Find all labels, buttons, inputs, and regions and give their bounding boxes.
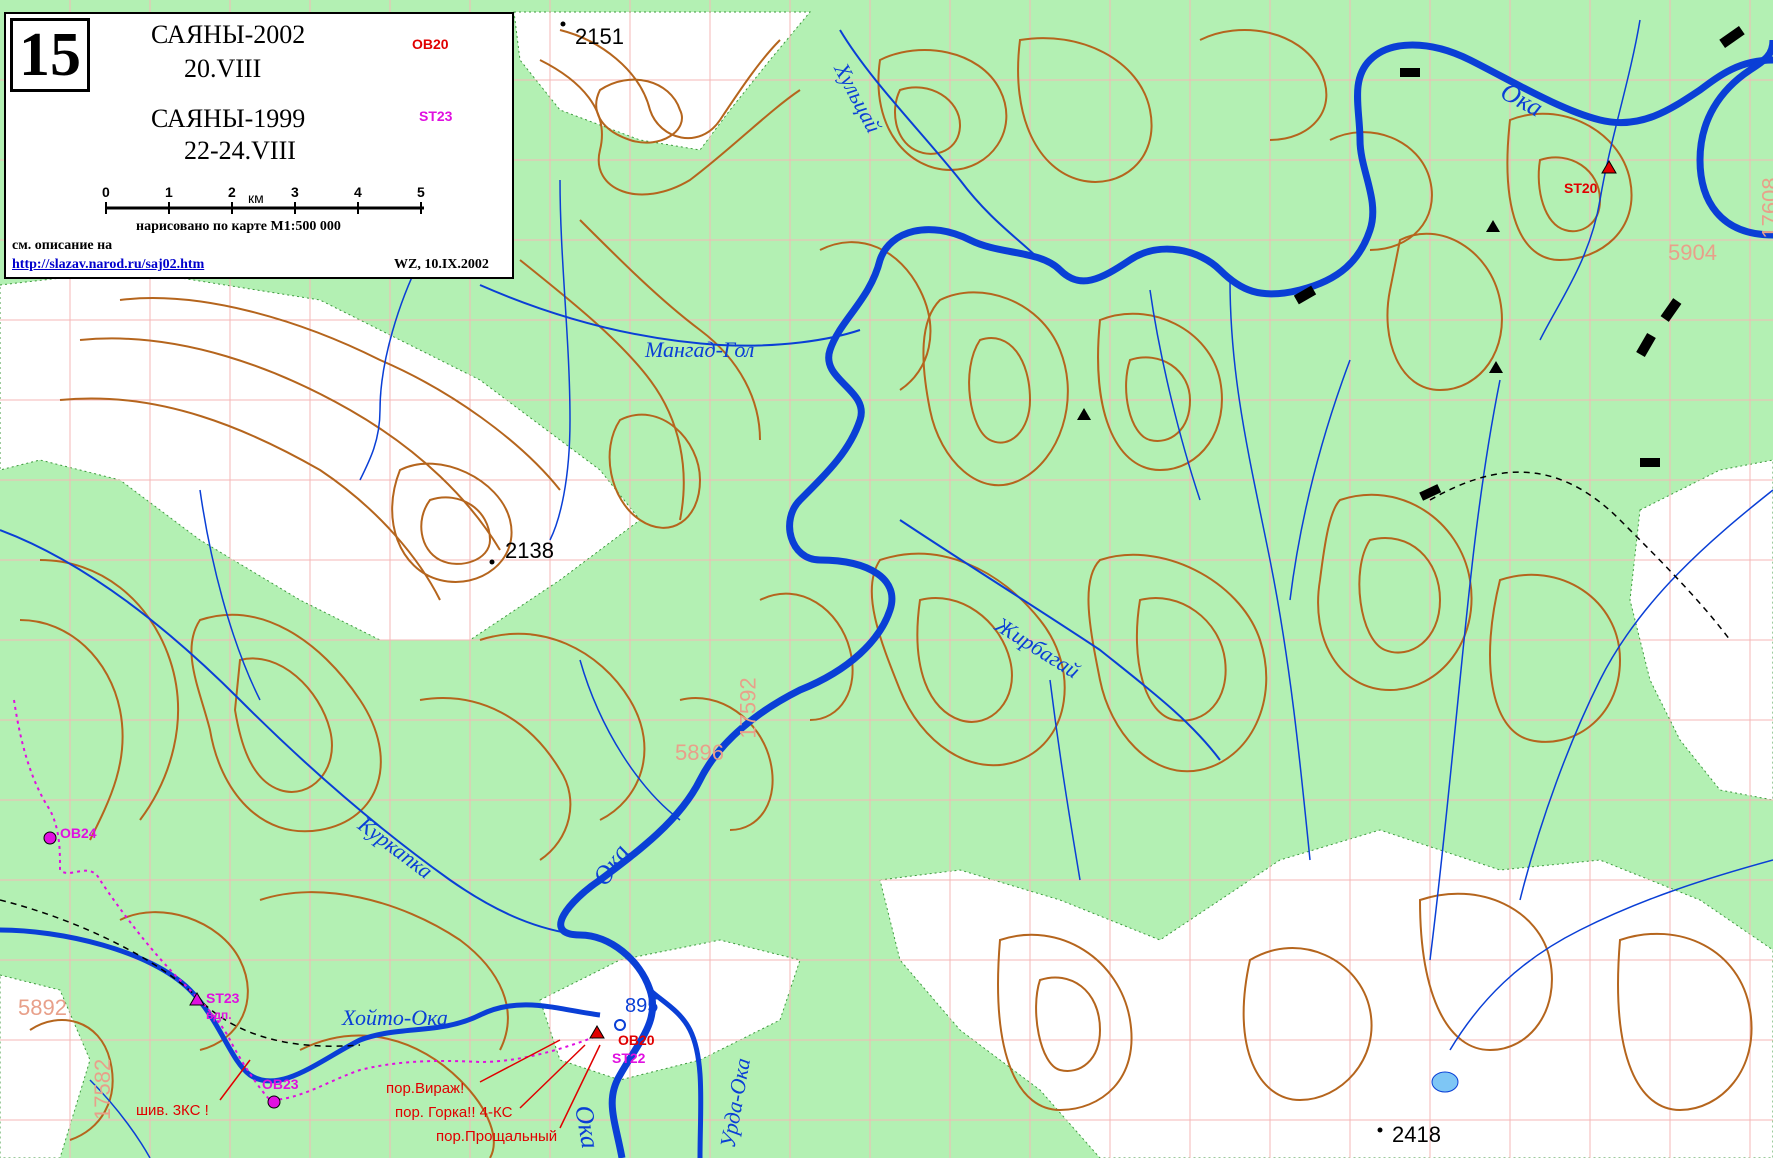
camp-label-st23: ST23 (206, 990, 240, 1006)
grid-label-5904: 5904 (1668, 240, 1717, 265)
trip-2002-title: САЯНЫ-2002 (151, 20, 306, 49)
camp-label-ob24: OB24 (60, 825, 97, 841)
grid-label-17592: 17592 (735, 677, 761, 739)
rapid-label-proshal: пор.Прощальный (436, 1128, 558, 1145)
source-map-note: нарисовано по карте М1:500 000 (136, 219, 341, 234)
scale-tick-2: 2 (228, 184, 236, 200)
grid-label-5892: 5892 (18, 995, 67, 1020)
camp-label-st22: ST22 (612, 1050, 646, 1066)
grid-label-17582: 17582 (90, 1058, 115, 1120)
camp-note-st23: вдп. (206, 1008, 232, 1022)
description-link[interactable]: http://slazav.narod.ru/saj02.htm (12, 257, 204, 273)
elevation-2418: 2418 (1392, 1122, 1441, 1147)
author-signature: WZ, 10.IX.2002 (394, 257, 489, 272)
elevation-2138: 2138 (505, 538, 554, 563)
scale-tick-5: 5 (417, 184, 425, 200)
trip-1999-marker-label: ST23 (419, 108, 453, 124)
river-label-hoito-oka: Хойто-Ока (342, 1005, 448, 1030)
scale-tick-3: 3 (291, 184, 299, 200)
river-label-mangad-gol: Мангад-Гол (645, 337, 755, 362)
legend-box: 15 САЯНЫ-2002 20.VIII OB20 САЯНЫ-1999 22… (4, 12, 514, 279)
scale-tick-0: 0 (102, 184, 110, 200)
trip-1999-date: 22-24.VIII (184, 136, 296, 165)
rapid-label-shiv: шив. 3КС ! (136, 1102, 209, 1119)
see-also-note: см. описание на (12, 238, 113, 253)
scale-tick-1: 1 (165, 184, 173, 200)
scale-unit: км (248, 190, 264, 206)
sheet-number: 15 (10, 18, 90, 92)
scale-bar (105, 202, 424, 214)
trip-2002-marker-label: OB20 (412, 36, 449, 52)
grid-label-17608: 17608 (1757, 177, 1773, 239)
scale-tick-4: 4 (354, 184, 362, 200)
trip-1999-title: САЯНЫ-1999 (151, 104, 306, 133)
lake (1431, 1071, 1459, 1093)
rapid-label-virazh: пор.Вираж! (386, 1080, 465, 1097)
trip-2002-date: 20.VIII (184, 54, 262, 83)
camp-label-ob23: OB23 (262, 1076, 299, 1092)
camp-label-st20: ST20 (1564, 180, 1598, 196)
rapid-label-gorka: пор. Горка!! 4-КС (395, 1104, 513, 1121)
camp-label-ob20: OB20 (618, 1032, 655, 1048)
elevation-2151: 2151 (575, 24, 624, 49)
water-level-895: 895 (625, 995, 659, 1017)
grid-label-5896: 5896 (675, 740, 724, 765)
